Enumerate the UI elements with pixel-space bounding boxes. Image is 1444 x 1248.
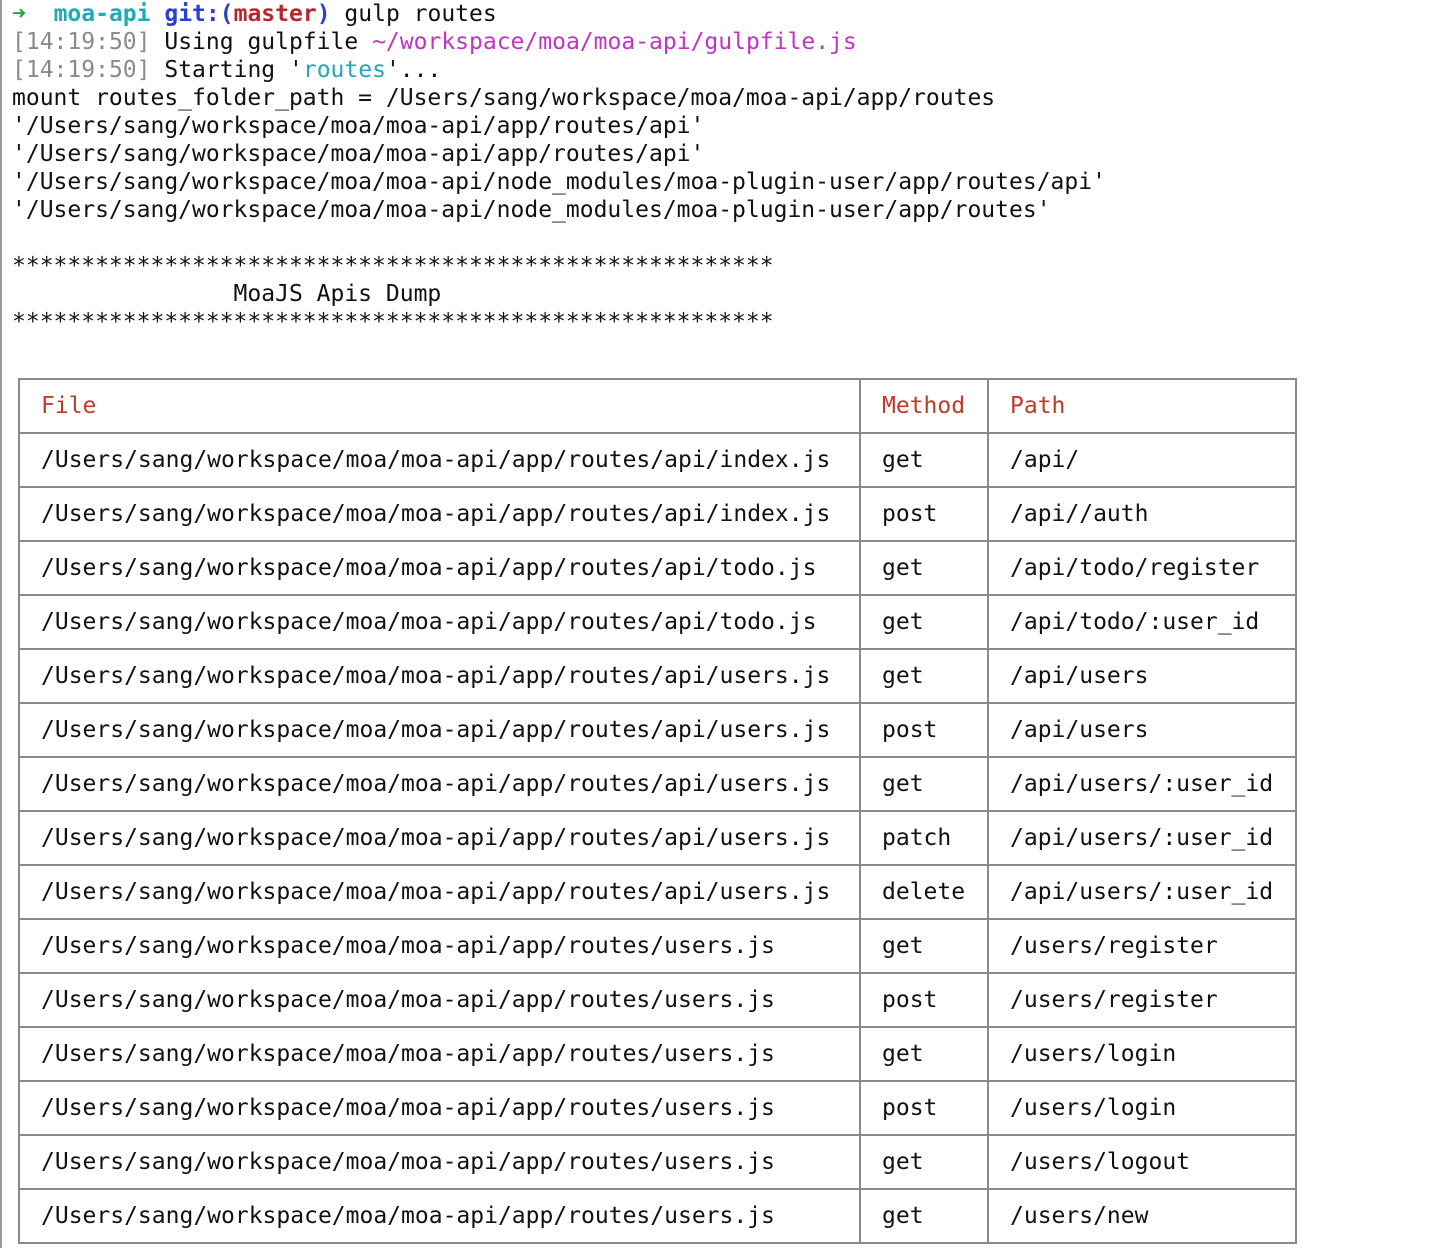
table-row: /Users/sang/workspace/moa/moa-api/app/ro… bbox=[18, 594, 1297, 650]
table-row: /Users/sang/workspace/moa/moa-api/app/ro… bbox=[18, 702, 1297, 758]
log-timestamp: 14:19:50 bbox=[25, 57, 137, 83]
table-row: /Users/sang/workspace/moa/moa-api/app/ro… bbox=[18, 1026, 1297, 1082]
method-cell: get bbox=[859, 918, 989, 974]
log-tail: '... bbox=[385, 57, 442, 83]
table-row: /Users/sang/workspace/moa/moa-api/app/ro… bbox=[18, 1188, 1297, 1244]
column-header-path: Path bbox=[987, 378, 1297, 434]
file-cell: /Users/sang/workspace/moa/moa-api/app/ro… bbox=[18, 810, 861, 866]
log-line: [14:19:50] Starting 'routes'... bbox=[12, 57, 442, 83]
log-text: Using gulpfile bbox=[164, 29, 373, 55]
method-cell: patch bbox=[859, 810, 989, 866]
file-cell: /Users/sang/workspace/moa/moa-api/app/ro… bbox=[18, 432, 861, 488]
method-cell: get bbox=[859, 648, 989, 704]
table-row: /Users/sang/workspace/moa/moa-api/app/ro… bbox=[18, 1080, 1297, 1136]
table-row: /Users/sang/workspace/moa/moa-api/app/ro… bbox=[18, 540, 1297, 596]
table-row: /Users/sang/workspace/moa/moa-api/app/ro… bbox=[18, 972, 1297, 1028]
prompt-directory: moa-api bbox=[53, 1, 151, 27]
file-cell: /Users/sang/workspace/moa/moa-api/app/ro… bbox=[18, 864, 861, 920]
output-line: '/Users/sang/workspace/moa/moa-api/app/r… bbox=[12, 113, 705, 139]
file-cell: /Users/sang/workspace/moa/moa-api/app/ro… bbox=[18, 540, 861, 596]
path-cell: /users/logout bbox=[987, 1134, 1297, 1190]
path-cell: /users/login bbox=[987, 1026, 1297, 1082]
banner-stars-top: ****************************************… bbox=[12, 253, 774, 279]
file-cell: /Users/sang/workspace/moa/moa-api/app/ro… bbox=[18, 918, 861, 974]
method-cell: post bbox=[859, 1080, 989, 1136]
terminal-left-border bbox=[0, 0, 2, 1248]
terminal-output[interactable]: ➜ moa-api git:(master) gulp routes [14:1… bbox=[12, 0, 1444, 1248]
prompt-git-suffix: ) bbox=[316, 1, 331, 27]
table-row: /Users/sang/workspace/moa/moa-api/app/ro… bbox=[18, 1134, 1297, 1190]
table-row: /Users/sang/workspace/moa/moa-api/app/ro… bbox=[18, 648, 1297, 704]
path-cell: /api/ bbox=[987, 432, 1297, 488]
table-row: /Users/sang/workspace/moa/moa-api/app/ro… bbox=[18, 810, 1297, 866]
gulpfile-path: ~/workspace/moa/moa-api/gulpfile.js bbox=[372, 29, 857, 55]
shell-prompt-line: ➜ moa-api git:(master) gulp routes bbox=[12, 0, 1444, 28]
prompt-git-prefix: git:( bbox=[164, 1, 234, 27]
method-cell: post bbox=[859, 972, 989, 1028]
method-cell: get bbox=[859, 1026, 989, 1082]
log-timestamp: 14:19:50 bbox=[25, 29, 137, 55]
banner-stars-bottom: ****************************************… bbox=[12, 309, 774, 335]
path-cell: /api/users bbox=[987, 702, 1297, 758]
method-cell: get bbox=[859, 1134, 989, 1190]
table-row: /Users/sang/workspace/moa/moa-api/app/ro… bbox=[18, 486, 1297, 542]
table-row: /Users/sang/workspace/moa/moa-api/app/ro… bbox=[18, 432, 1297, 488]
table-header-row: File Method Path bbox=[18, 378, 1297, 434]
path-cell: /users/register bbox=[987, 972, 1297, 1028]
method-cell: get bbox=[859, 1188, 989, 1244]
file-cell: /Users/sang/workspace/moa/moa-api/app/ro… bbox=[18, 1080, 861, 1136]
table-row: /Users/sang/workspace/moa/moa-api/app/ro… bbox=[18, 918, 1297, 974]
log-line: [14:19:50] Using gulpfile ~/workspace/mo… bbox=[12, 29, 857, 55]
path-cell: /api/todo/register bbox=[987, 540, 1297, 596]
file-cell: /Users/sang/workspace/moa/moa-api/app/ro… bbox=[18, 756, 861, 812]
method-cell: delete bbox=[859, 864, 989, 920]
prompt-arrow-icon: ➜ bbox=[12, 1, 26, 27]
table-row: /Users/sang/workspace/moa/moa-api/app/ro… bbox=[18, 864, 1297, 920]
path-cell: /users/new bbox=[987, 1188, 1297, 1244]
prompt-command: gulp routes bbox=[330, 1, 497, 27]
path-cell: /users/login bbox=[987, 1080, 1297, 1136]
log-text: Starting ' bbox=[164, 57, 303, 83]
output-line: '/Users/sang/workspace/moa/moa-api/node_… bbox=[12, 169, 1106, 195]
file-cell: /Users/sang/workspace/moa/moa-api/app/ro… bbox=[18, 594, 861, 650]
method-cell: post bbox=[859, 702, 989, 758]
method-cell: get bbox=[859, 756, 989, 812]
path-cell: /api/users/:user_id bbox=[987, 756, 1297, 812]
file-cell: /Users/sang/workspace/moa/moa-api/app/ro… bbox=[18, 648, 861, 704]
file-cell: /Users/sang/workspace/moa/moa-api/app/ro… bbox=[18, 486, 861, 542]
banner-title: MoaJS Apis Dump bbox=[12, 281, 442, 307]
method-cell: get bbox=[859, 594, 989, 650]
path-cell: /api/todo/:user_id bbox=[987, 594, 1297, 650]
table-row: /Users/sang/workspace/moa/moa-api/app/ro… bbox=[18, 756, 1297, 812]
file-cell: /Users/sang/workspace/moa/moa-api/app/ro… bbox=[18, 702, 861, 758]
task-name: routes bbox=[302, 57, 386, 83]
path-cell: /api//auth bbox=[987, 486, 1297, 542]
method-cell: post bbox=[859, 486, 989, 542]
file-cell: /Users/sang/workspace/moa/moa-api/app/ro… bbox=[18, 972, 861, 1028]
method-cell: get bbox=[859, 432, 989, 488]
output-line: '/Users/sang/workspace/moa/moa-api/app/r… bbox=[12, 141, 705, 167]
output-line: mount routes_folder_path = /Users/sang/w… bbox=[12, 85, 996, 111]
prompt-git-branch: master bbox=[233, 1, 317, 27]
routes-table: File Method Path /Users/sang/workspace/m… bbox=[18, 378, 1297, 1244]
path-cell: /api/users/:user_id bbox=[987, 810, 1297, 866]
column-header-method: Method bbox=[859, 378, 989, 434]
file-cell: /Users/sang/workspace/moa/moa-api/app/ro… bbox=[18, 1188, 861, 1244]
file-cell: /Users/sang/workspace/moa/moa-api/app/ro… bbox=[18, 1026, 861, 1082]
file-cell: /Users/sang/workspace/moa/moa-api/app/ro… bbox=[18, 1134, 861, 1190]
path-cell: /api/users/:user_id bbox=[987, 864, 1297, 920]
output-line: '/Users/sang/workspace/moa/moa-api/node_… bbox=[12, 197, 1051, 223]
method-cell: get bbox=[859, 540, 989, 596]
path-cell: /api/users bbox=[987, 648, 1297, 704]
path-cell: /users/register bbox=[987, 918, 1297, 974]
column-header-file: File bbox=[18, 378, 861, 434]
